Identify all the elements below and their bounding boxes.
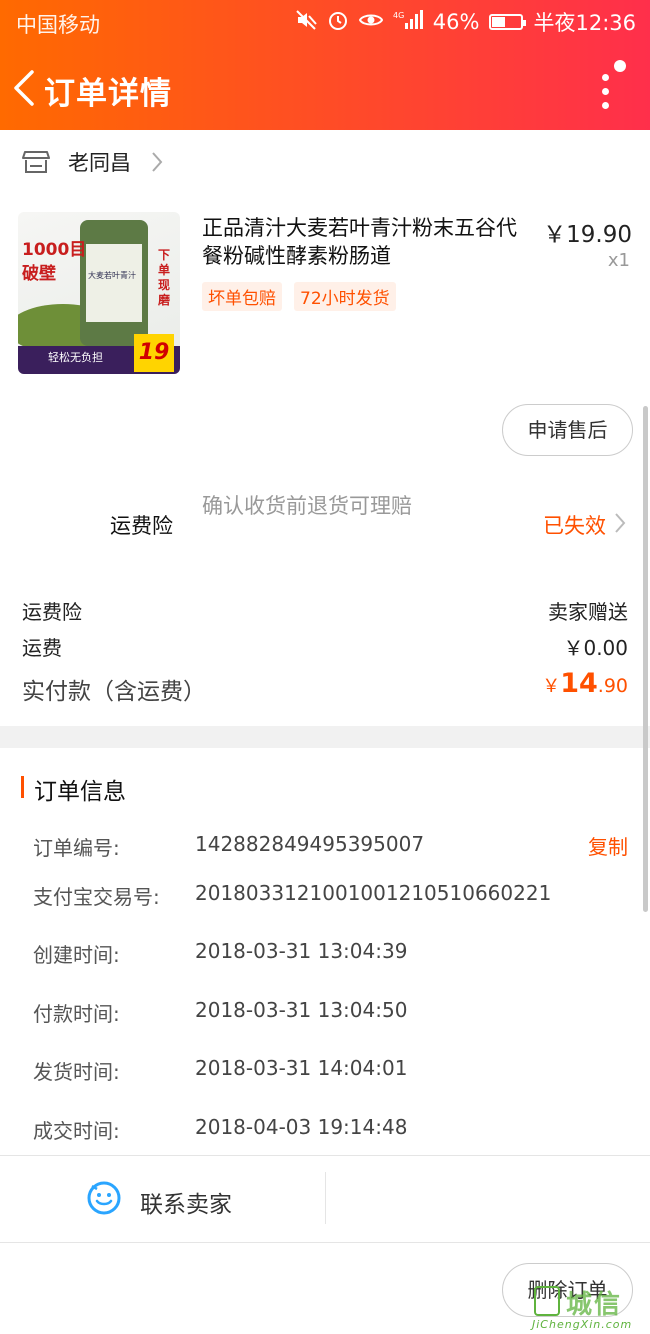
product-title: 正品清汁大麦若叶青汁粉末五谷代餐粉碱性酵素粉肠道 [202,216,517,268]
insurance-description: 确认收货前退货可理赔 [202,494,412,518]
product-price: ￥19.90 [543,222,632,248]
promo-text: 轻松无负担 [48,351,103,364]
info-value: 142882849495395007 [195,832,425,856]
clock: 半夜12:36 [533,11,636,35]
info-value: 2018033121001001210510660221 [195,881,552,905]
watermark-logo: 城信 JiChengXin.com [532,1282,650,1334]
product-image[interactable]: 大麦若叶青汁 1000目破壁 下单现磨 轻松无负担 19 [18,212,180,374]
paid-currency: ￥ [542,676,561,697]
contact-seller-label: 联系卖家 [140,1192,232,1218]
watermark-text: 城信 [566,1290,623,1320]
info-key: 发货时间: [33,1060,120,1084]
insurance-label: 运费险 [110,514,173,538]
back-button[interactable] [10,66,40,110]
svg-text:4G: 4G [393,11,404,20]
info-value: 2018-03-31 14:04:01 [195,1056,408,1080]
signal-icon: 4G [393,9,423,36]
more-dot-icon [602,102,609,109]
can-label-text: 大麦若叶青汁 [88,271,136,280]
paid-total-row: 实付款（含运费） ￥14.90 [22,668,628,708]
shipping-insurance-row[interactable]: 运费险 确认收货前退货可理赔 已失效 [0,488,650,558]
scrollbar[interactable] [643,406,648,912]
header: 中国移动 4G 46% 半夜12:36 订单详情 [0,0,650,130]
more-dot-icon [602,88,609,95]
battery-percent: 46% [432,10,480,34]
info-key: 订单编号: [33,836,120,860]
back-arrow-icon [14,70,34,106]
deal-time-row: 成交时间: 2018-04-03 19:14:48 [33,1115,633,1145]
product-tags: 坏单包赔 72小时发货 [202,282,396,311]
shop-row[interactable]: 老同昌 [0,130,650,194]
order-info-title: 订单信息 [34,779,126,805]
watermark-box-icon [534,1286,560,1316]
order-number-row: 订单编号: 142882849495395007 [33,832,633,862]
info-key: 支付宝交易号: [33,885,160,909]
watermark-url: JiChengXin.com [532,1318,633,1331]
section-accent-bar [21,776,24,798]
image-promo-banner: 轻松无负担 19 [18,334,180,374]
status-icons: 4G 46% 半夜12:36 [295,8,636,36]
created-time-row: 创建时间: 2018-03-31 13:04:39 [33,939,633,969]
carrier-label: 中国移动 [16,13,100,37]
section-separator [0,726,650,748]
info-key: 创建时间: [33,943,120,967]
can-graphic: 大麦若叶青汁 [80,220,148,346]
paid-label: 实付款（含运费） [22,679,206,705]
mesh-text: 1000目 [22,240,87,260]
more-dot-icon [602,74,609,81]
paid-integer: 14 [560,668,598,699]
fee-value: 卖家赠送 [548,600,628,624]
status-bar: 中国移动 4G 46% 半夜12:36 [0,0,650,44]
tag-72h-shipping: 72小时发货 [294,282,396,311]
insurance-status: 已失效 [543,514,606,538]
shop-icon [22,151,50,173]
alipay-trade-row: 支付宝交易号: 2018033121001001210510660221 [33,881,633,911]
divider [0,1242,650,1243]
nav-bar: 订单详情 [0,52,650,124]
notification-dot [614,60,626,72]
product-quantity: x1 [607,250,630,271]
can-label: 大麦若叶青汁 [86,244,142,322]
payment-time-row: 付款时间: 2018-03-31 13:04:50 [33,998,633,1028]
eye-icon [358,10,383,34]
battery-fill [492,17,506,27]
after-sale-button[interactable]: 申请售后 [502,404,633,456]
image-side-text: 下单现磨 [158,248,171,307]
fee-row-shipping: 运费 ￥0.00 [22,632,628,662]
chat-face-icon [87,1181,121,1215]
fee-label: 运费 [22,636,62,660]
vertical-divider [325,1172,326,1224]
tag-damage-guarantee: 坏单包赔 [202,282,282,311]
battery-icon [489,14,527,30]
chevron-right-icon [615,513,626,533]
fee-label: 运费险 [22,600,82,624]
mute-icon [295,9,317,36]
info-value: 2018-03-31 13:04:39 [195,939,408,963]
chevron-right-icon [152,152,163,172]
paid-decimal: .90 [597,675,628,697]
info-value: 2018-04-03 19:14:48 [195,1115,408,1139]
page-title: 订单详情 [44,76,172,112]
wall-text: 破壁 [22,264,56,284]
info-key: 付款时间: [33,1002,120,1026]
promo-price: 19 [134,334,174,372]
fee-row-insurance: 运费险 卖家赠送 [22,596,628,626]
more-menu-button[interactable] [588,58,628,114]
copy-button[interactable]: 复制 [588,831,628,860]
product-item[interactable]: 大麦若叶青汁 1000目破壁 下单现磨 轻松无负担 19 正品清汁大麦若叶青汁粉… [0,204,650,382]
contact-seller-button[interactable]: 联系卖家 [0,1156,325,1242]
fee-value: ￥0.00 [563,636,628,660]
info-key: 成交时间: [33,1119,120,1143]
shipping-time-row: 发货时间: 2018-03-31 14:04:01 [33,1056,633,1086]
info-value: 2018-03-31 13:04:50 [195,998,408,1022]
alarm-icon [327,9,349,36]
paid-amount: ￥14.90 [542,668,628,699]
image-mesh-text: 1000目破壁 [22,238,86,286]
shop-name: 老同昌 [68,151,131,175]
